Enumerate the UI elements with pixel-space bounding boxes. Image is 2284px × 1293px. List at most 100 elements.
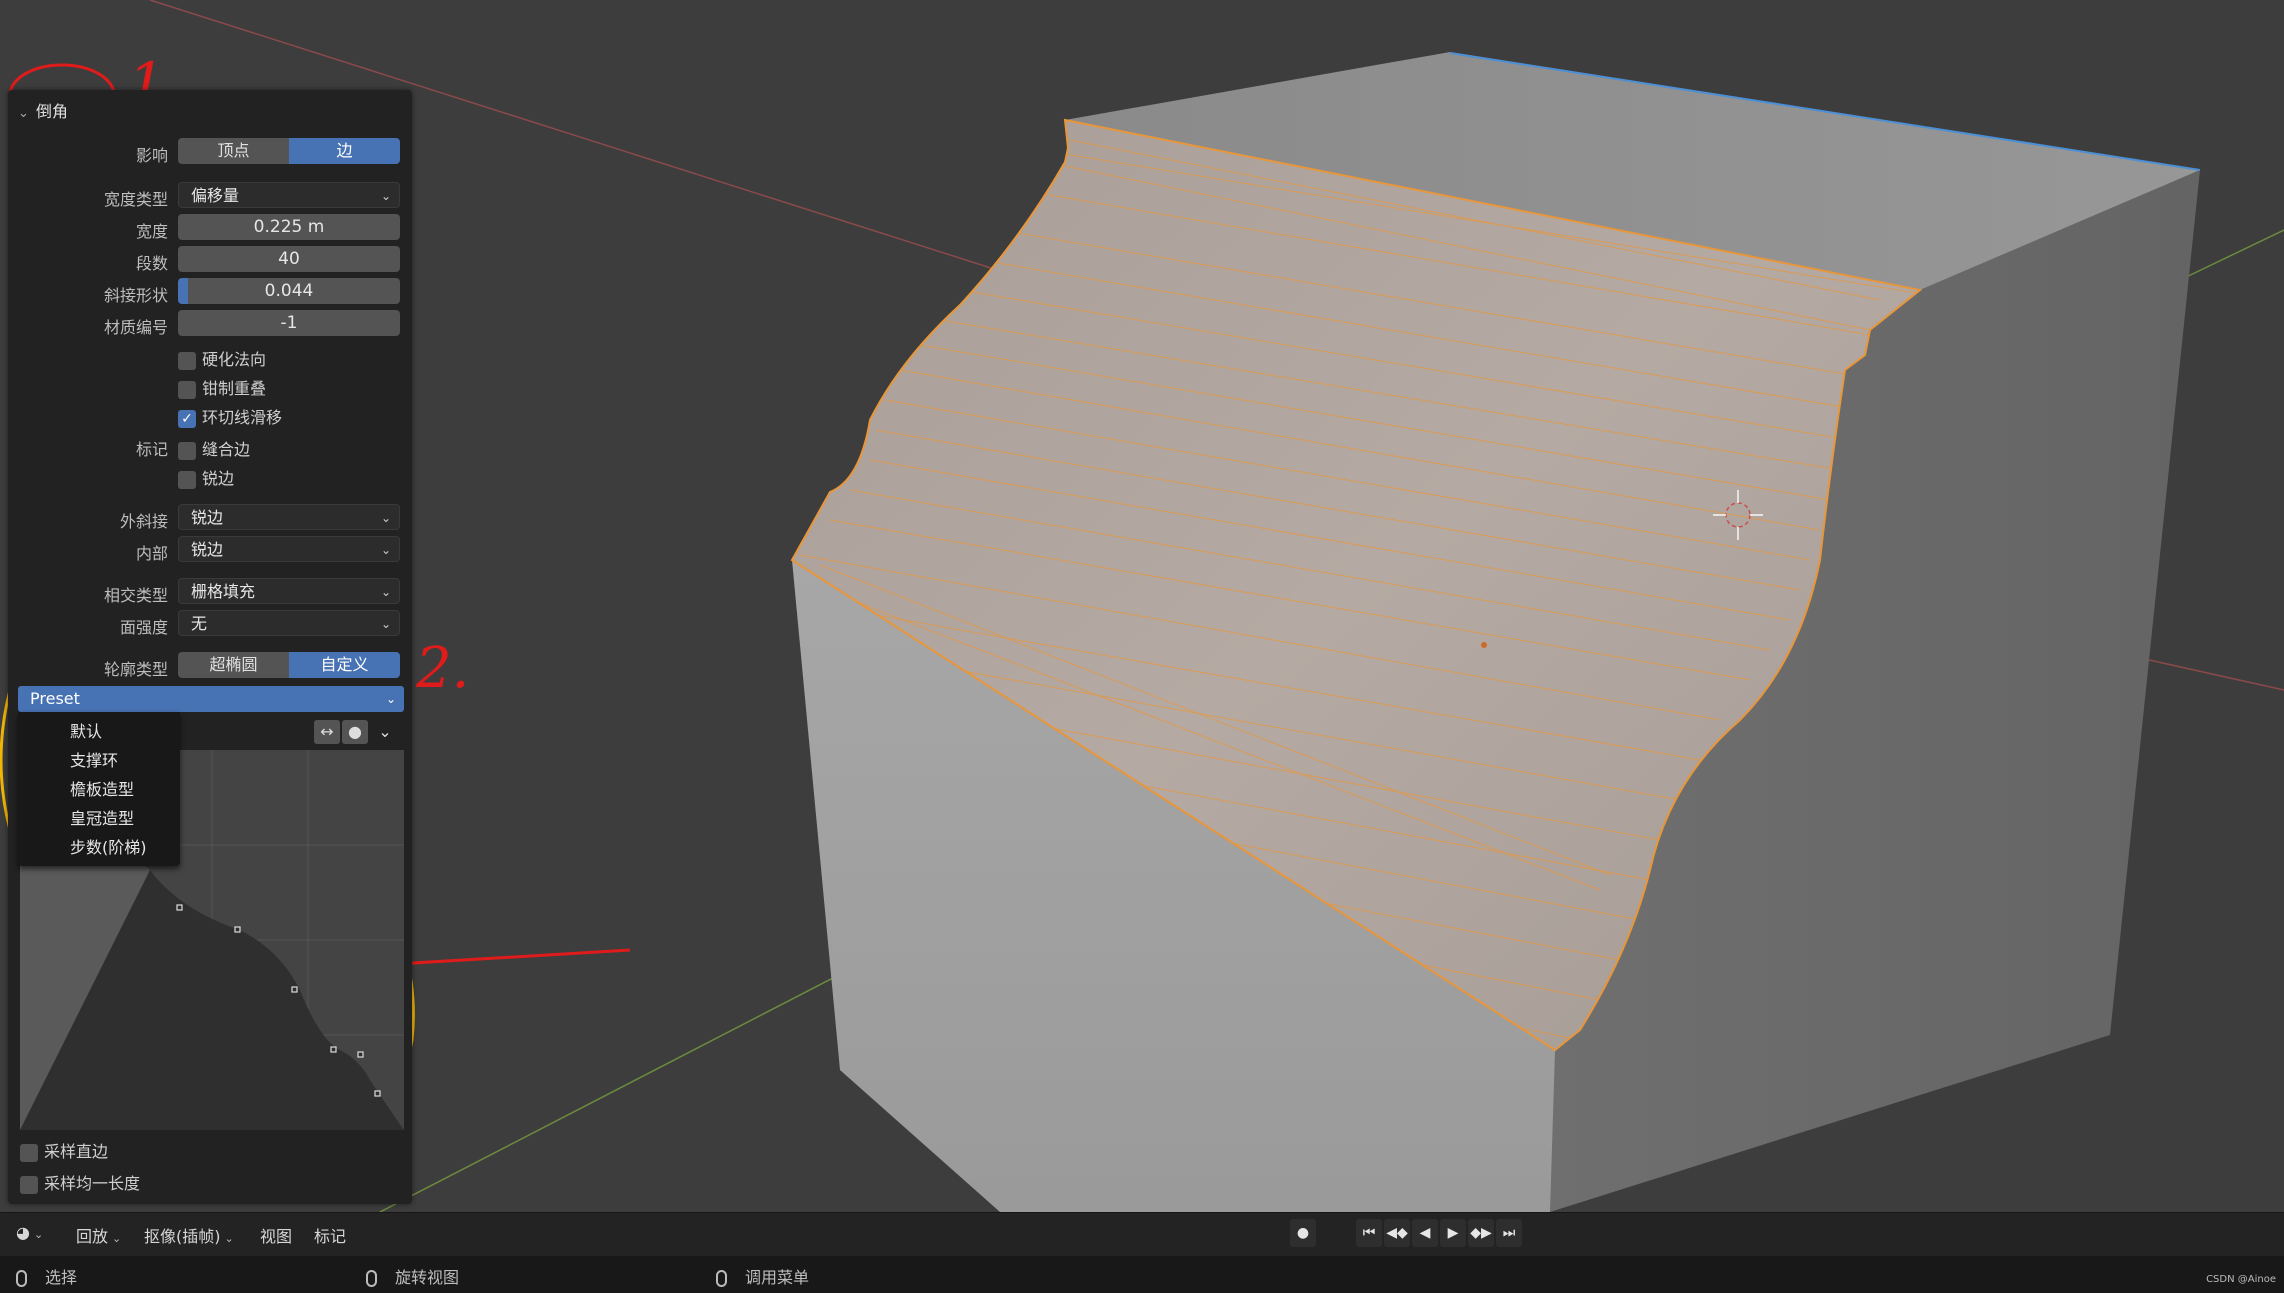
checkbox-box (20, 1175, 38, 1194)
affect-edge-button[interactable]: 边 (289, 138, 400, 164)
face-strength-value: 无 (191, 614, 208, 633)
reset-view-icon[interactable]: ↔ (314, 720, 340, 744)
face-strength-label: 面强度 (119, 618, 168, 637)
timeline-header: ◕ ⌄ 回放 ⌄ 抠像(插帧) ⌄ 视图 标记 ● ⏮ ◀◆ ◀ ▶ ◆▶ ⏭ (0, 1212, 2284, 1257)
material-label: 材质编号 (103, 318, 168, 337)
chevron-down-icon: ⌄ (18, 106, 29, 121)
profile-superellipse-button[interactable]: 超椭圆 (178, 652, 289, 678)
mark-sharp-checkbox[interactable]: 锐边 (178, 465, 235, 489)
affect-label: 影响 (135, 146, 168, 165)
inner-miter-value: 锐边 (191, 540, 224, 559)
face-strength-dropdown[interactable]: 无 ⌄ (178, 610, 400, 636)
width-type-label: 宽度类型 (103, 190, 168, 209)
width-type-row: 宽度类型 偏移量 ⌄ (8, 182, 412, 210)
status-menu-label: 调用菜单 (745, 1268, 810, 1287)
chevron-down-icon: ⌄ (380, 585, 391, 599)
keying-menu[interactable]: 抠像(插帧) ⌄ (144, 1223, 234, 1247)
handle-dot-icon[interactable]: ● (342, 720, 368, 744)
outer-miter-dropdown[interactable]: 锐边 ⌄ (178, 504, 400, 530)
affect-vertex-button[interactable]: 顶点 (178, 138, 289, 164)
mouse-left-icon (16, 1270, 27, 1287)
mark-seam-label: 缝合边 (202, 440, 251, 459)
sample-straight-checkbox[interactable]: 采样直边 (20, 1138, 109, 1162)
playback-label: 回放 (76, 1227, 109, 1246)
jump-start-icon[interactable]: ⏮ (1356, 1219, 1382, 1247)
width-type-value: 偏移量 (191, 186, 240, 205)
miter-shape-slider[interactable]: 0.044 (178, 278, 400, 304)
checkbox-box (178, 380, 196, 399)
intersection-dropdown[interactable]: 栅格填充 ⌄ (178, 578, 400, 604)
preset-item-default[interactable]: 默认 (70, 718, 102, 742)
view-menu[interactable]: 视图 (260, 1223, 292, 1247)
preset-menu: 默认 支撑环 檐板造型 皇冠造型 步数(阶梯) (18, 712, 180, 866)
width-type-dropdown[interactable]: 偏移量 ⌄ (178, 182, 400, 208)
harden-normals-checkbox[interactable]: 硬化法向 (178, 346, 267, 370)
inner-miter-dropdown[interactable]: 锐边 ⌄ (178, 536, 400, 562)
profile-type-label: 轮廓类型 (103, 660, 168, 679)
clamp-overlap-row: 钳制重叠 (8, 371, 412, 399)
mouse-middle-icon (366, 1270, 377, 1287)
chevron-down-icon: ⌄ (380, 617, 391, 631)
playback-menu[interactable]: 回放 ⌄ (76, 1223, 121, 1247)
segments-field[interactable]: 40 (178, 246, 400, 272)
chevron-down-icon: ⌄ (380, 543, 391, 557)
annotation-text-2: 2. (416, 636, 470, 701)
miter-shape-label: 斜接形状 (103, 286, 168, 305)
play-icon[interactable]: ▶ (1440, 1219, 1466, 1247)
segments-label: 段数 (135, 254, 168, 273)
play-reverse-icon[interactable]: ◀ (1412, 1219, 1438, 1247)
mark-sharp-label: 锐边 (202, 469, 235, 488)
prev-keyframe-icon[interactable]: ◀◆ (1384, 1219, 1410, 1247)
sample-even-row: 采样均一长度 (8, 1166, 412, 1194)
editor-type-icon[interactable]: ◕ ⌄ (16, 1223, 43, 1242)
width-field[interactable]: 0.225 m (178, 214, 400, 240)
mark-seam-checkbox[interactable]: 缝合边 (178, 436, 251, 460)
status-select-label: 选择 (45, 1268, 78, 1287)
affect-row: 影响 顶点 边 (8, 138, 412, 166)
profile-custom-button[interactable]: 自定义 (289, 652, 400, 678)
preset-label: Preset (30, 689, 80, 708)
chevron-down-icon[interactable]: ⌄ (372, 720, 398, 744)
panel-title: 倒角 (36, 102, 69, 121)
sample-straight-label: 采样直边 (44, 1142, 109, 1161)
panel-header[interactable]: ⌄ 倒角 (18, 98, 68, 122)
preset-item-steps[interactable]: 步数(阶梯) (70, 834, 147, 858)
outer-miter-value: 锐边 (191, 508, 224, 527)
checkbox-box (178, 441, 196, 460)
keying-label: 抠像(插帧) (144, 1227, 221, 1246)
mark-sharp-row: 锐边 (8, 461, 412, 489)
curve-tools: ↔ ● ⌄ (314, 720, 404, 746)
status-menu: 调用菜单 (716, 1264, 809, 1288)
outer-miter-label: 外斜接 (119, 512, 168, 531)
status-rotate-label: 旋转视图 (395, 1268, 460, 1287)
harden-normals-label: 硬化法向 (202, 350, 267, 369)
face-strength-row: 面强度 无 ⌄ (8, 610, 412, 638)
width-row: 宽度 0.225 m (8, 214, 412, 242)
profile-type-row: 轮廓类型 超椭圆 自定义 (8, 652, 412, 680)
bevel-operator-panel: ⌄ 倒角 影响 顶点 边 宽度类型 偏移量 ⌄ 宽度 0.225 m 段数 40 斜… (8, 90, 412, 1204)
sample-even-checkbox[interactable]: 采样均一长度 (20, 1170, 140, 1194)
clamp-overlap-checkbox[interactable]: 钳制重叠 (178, 375, 267, 399)
mouse-right-icon (716, 1270, 727, 1287)
loop-slide-checkbox[interactable]: ✓ 环切线滑移 (178, 404, 282, 428)
jump-end-icon[interactable]: ⏭ (1496, 1219, 1522, 1247)
clamp-overlap-label: 钳制重叠 (202, 379, 267, 398)
status-bar: 选择 旋转视图 调用菜单 CSDN @Ainoe (0, 1256, 2284, 1293)
preset-item-support-loops[interactable]: 支撑环 (70, 747, 118, 771)
intersection-label: 相交类型 (103, 586, 168, 605)
next-keyframe-icon[interactable]: ◆▶ (1468, 1219, 1494, 1247)
material-index-field[interactable]: -1 (178, 310, 400, 336)
checkbox-box (178, 351, 196, 370)
miter-shape-row: 斜接形状 0.044 (8, 278, 412, 306)
outer-miter-row: 外斜接 锐边 ⌄ (8, 504, 412, 532)
record-icon[interactable]: ● (1290, 1219, 1316, 1247)
intersection-value: 栅格填充 (191, 582, 256, 601)
material-row: 材质编号 -1 (8, 310, 412, 338)
preset-item-crown[interactable]: 皇冠造型 (70, 805, 134, 829)
checkbox-box (178, 470, 196, 489)
inner-miter-label: 内部 (135, 544, 168, 563)
preset-dropdown[interactable]: Preset ⌄ (18, 686, 404, 712)
checkbox-box (20, 1143, 38, 1162)
preset-item-cornice[interactable]: 檐板造型 (70, 776, 134, 800)
marker-menu[interactable]: 标记 (314, 1223, 346, 1247)
